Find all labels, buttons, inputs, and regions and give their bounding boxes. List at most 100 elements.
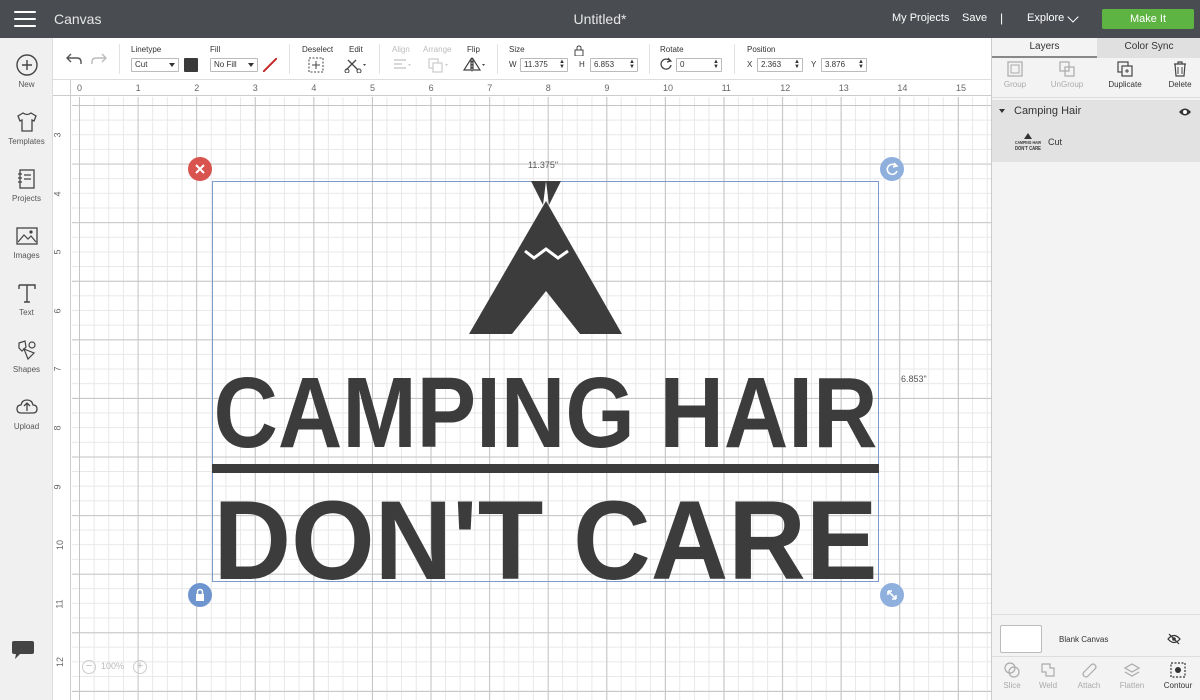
stepper-icon[interactable]: ▲ ▼ bbox=[794, 59, 800, 70]
stepper-icon[interactable]: ▲ ▼ bbox=[713, 59, 719, 70]
rail-templates[interactable]: Templates bbox=[0, 109, 53, 146]
rail-text[interactable]: Text bbox=[0, 280, 53, 317]
fill-select[interactable]: No Fill bbox=[210, 58, 258, 72]
ruler-top-tick-label: 15 bbox=[956, 83, 967, 93]
no-fill-swatch[interactable] bbox=[263, 58, 277, 72]
width-value: 11.375 bbox=[524, 60, 548, 69]
ruler-top-tick-label: 13 bbox=[838, 83, 849, 93]
x-position-input[interactable]: 2.363 ▲ ▼ bbox=[757, 58, 803, 72]
layers-stack-icon bbox=[1123, 663, 1141, 677]
image-icon bbox=[15, 227, 38, 245]
ruler-top-tick-label: 8 bbox=[545, 83, 551, 93]
toolbar-divider bbox=[379, 44, 380, 74]
caret-down-icon bbox=[169, 63, 175, 67]
caret-down-icon[interactable] bbox=[999, 109, 1005, 113]
ruler-top-tick-label: 12 bbox=[780, 83, 791, 93]
ruler-left-tick-label: 8 bbox=[53, 425, 63, 431]
rail-new-label: New bbox=[18, 80, 35, 89]
chevron-down-icon[interactable] bbox=[1067, 11, 1079, 23]
lock-handle[interactable] bbox=[188, 583, 212, 607]
zoom-level: 100% bbox=[101, 661, 125, 671]
layers-panel: Layers Color Sync Group UnGroup Duplicat… bbox=[991, 38, 1200, 700]
rail-new[interactable]: New bbox=[0, 52, 53, 89]
ruler-top-tick-label: 11 bbox=[721, 83, 731, 93]
height-value: 6.853 bbox=[594, 60, 615, 69]
chat-icon[interactable] bbox=[10, 640, 36, 662]
tab-layers[interactable]: Layers bbox=[992, 38, 1097, 58]
deselect-icon[interactable] bbox=[308, 57, 324, 73]
ruler-top-tick-label: 5 bbox=[370, 83, 376, 93]
notebook-icon bbox=[17, 169, 35, 189]
eye-icon[interactable] bbox=[1178, 107, 1192, 117]
scissors-icon[interactable] bbox=[344, 57, 368, 73]
contour-button[interactable]: Contour bbox=[1158, 661, 1198, 690]
redo-icon[interactable] bbox=[90, 52, 108, 66]
blank-canvas-swatch[interactable] bbox=[1000, 625, 1042, 653]
contour-label: Contour bbox=[1163, 681, 1193, 690]
linetype-select[interactable]: Cut bbox=[131, 58, 179, 72]
group-button[interactable]: Group bbox=[989, 60, 1041, 89]
arrange-icon[interactable] bbox=[427, 57, 451, 73]
rail-shapes[interactable]: Shapes bbox=[0, 337, 53, 374]
paperclip-icon bbox=[1082, 663, 1097, 678]
height-input[interactable]: 6.853 ▲ ▼ bbox=[590, 58, 638, 72]
rotate-handle[interactable] bbox=[880, 157, 904, 181]
ungroup-button[interactable]: UnGroup bbox=[1041, 60, 1093, 89]
flip-icon[interactable] bbox=[462, 57, 488, 73]
rail-upload[interactable]: Upload bbox=[0, 394, 53, 431]
stepper-icon[interactable]: ▲ ▼ bbox=[858, 59, 864, 70]
slice-button[interactable]: Slice bbox=[992, 661, 1032, 690]
stepper-icon[interactable]: ▲ ▼ bbox=[559, 59, 565, 70]
ruler-top-tick-label: 6 bbox=[428, 83, 434, 93]
design-line-2: DON'T CARE bbox=[214, 478, 878, 582]
edit-toolbar: Linetype Cut Fill No Fill Deselect Edit … bbox=[53, 38, 991, 80]
delete-label: Delete bbox=[1168, 80, 1192, 89]
tab-color-sync[interactable]: Color Sync bbox=[1097, 38, 1200, 58]
design-canvas[interactable]: 0 1 2 3 4 5 6 7 8 9 10 11 12 13 14 15 3 4 5 6 7 8 9 10 11 12 11.… bbox=[53, 80, 991, 700]
edit-label: Edit bbox=[349, 45, 363, 54]
eye-hidden-icon[interactable] bbox=[1167, 633, 1181, 645]
rail-text-label: Text bbox=[19, 308, 34, 317]
zoom-out-button[interactable]: − bbox=[82, 660, 96, 674]
app-title: Canvas bbox=[54, 11, 102, 27]
attach-button[interactable]: Attach bbox=[1069, 661, 1109, 690]
make-it-button[interactable]: Make It bbox=[1102, 9, 1194, 29]
flatten-label: Flatten bbox=[1119, 681, 1145, 690]
width-input[interactable]: 11.375 ▲ ▼ bbox=[520, 58, 568, 72]
caret-down-icon bbox=[248, 63, 254, 67]
lock-icon bbox=[196, 588, 204, 601]
close-icon bbox=[195, 164, 205, 174]
linetype-color-swatch[interactable] bbox=[184, 58, 198, 72]
zoom-in-button[interactable]: + bbox=[133, 660, 147, 674]
flip-label: Flip bbox=[467, 45, 480, 54]
delete-button[interactable]: Delete bbox=[1154, 60, 1200, 89]
linetype-label: Linetype bbox=[131, 45, 162, 54]
camping-hair-design[interactable]: CAMPING HAIR DON'T CARE bbox=[212, 179, 879, 603]
weld-button[interactable]: Weld bbox=[1028, 661, 1068, 690]
layer-group-camping-hair[interactable]: Camping Hair CAMPING HAIR DON'T CARE Cut bbox=[992, 100, 1200, 162]
lock-icon[interactable] bbox=[574, 45, 584, 56]
teepee-icon bbox=[469, 179, 622, 334]
flatten-button[interactable]: Flatten bbox=[1112, 661, 1152, 690]
explore-menu[interactable]: Explore bbox=[1027, 12, 1064, 24]
duplicate-label: Duplicate bbox=[1108, 80, 1142, 89]
stepper-icon[interactable]: ▲ ▼ bbox=[629, 59, 635, 70]
rotate-input[interactable]: 0 ▲ ▼ bbox=[676, 58, 722, 72]
menu-icon[interactable] bbox=[14, 11, 36, 27]
layer-thumbnail: CAMPING HAIR DON'T CARE bbox=[1015, 133, 1042, 152]
fill-value: No Fill bbox=[214, 60, 237, 69]
rail-images[interactable]: Images bbox=[0, 223, 53, 260]
align-icon[interactable] bbox=[392, 57, 414, 73]
ruler-top-tick-label: 7 bbox=[487, 83, 493, 93]
rail-projects[interactable]: Projects bbox=[0, 166, 53, 203]
undo-icon[interactable] bbox=[65, 52, 83, 66]
y-position-input[interactable]: 3.876 ▲ ▼ bbox=[821, 58, 867, 72]
my-projects-link[interactable]: My Projects bbox=[892, 12, 949, 24]
layer-operation: Cut bbox=[1048, 137, 1063, 147]
duplicate-button[interactable]: Duplicate bbox=[1099, 60, 1151, 89]
layer-group-name: Camping Hair bbox=[1014, 105, 1082, 117]
blank-canvas-row[interactable]: Blank Canvas bbox=[992, 614, 1200, 656]
resize-handle[interactable] bbox=[880, 583, 904, 607]
save-link[interactable]: Save bbox=[962, 12, 987, 24]
delete-handle[interactable] bbox=[188, 157, 212, 181]
